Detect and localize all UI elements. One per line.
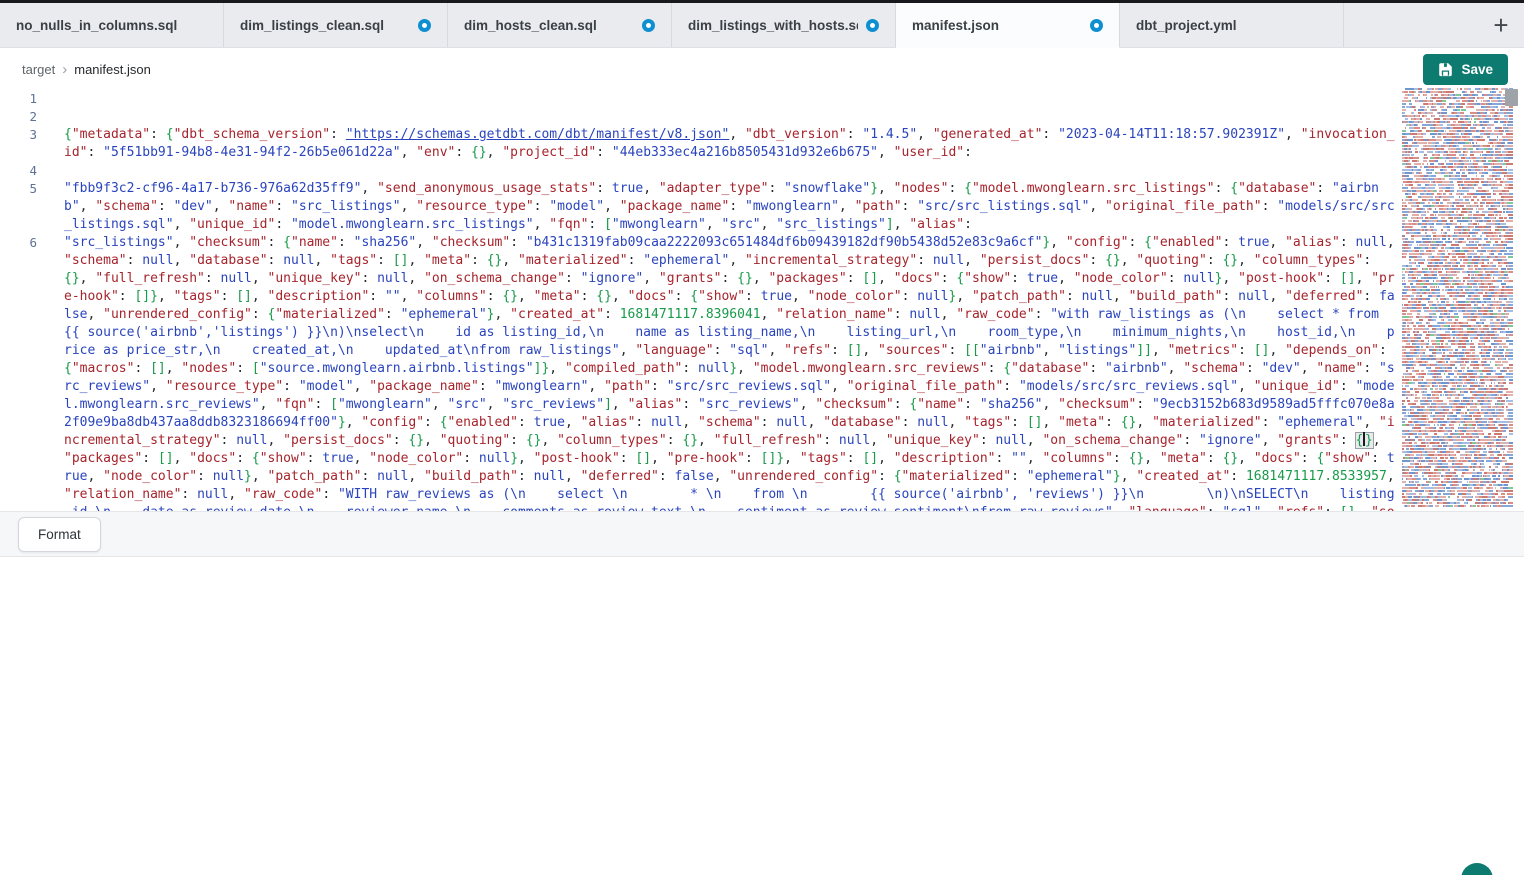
code-lines: 1 2 3 {"metadata": {"dbt_schema_version"…: [0, 90, 1400, 511]
format-button[interactable]: Format: [18, 517, 101, 552]
modified-dot-icon[interactable]: [418, 19, 431, 32]
chevron-right-icon: ›: [62, 61, 67, 78]
code-line: 4: [0, 162, 1400, 180]
editor-tab[interactable]: dim_listings_with_hosts.sql: [672, 3, 896, 47]
tab-label: dbt_project.yml: [1136, 18, 1327, 33]
format-button-label: Format: [38, 527, 81, 542]
line-number: 2: [0, 108, 46, 126]
modified-dot-icon[interactable]: [642, 19, 655, 32]
code-editor[interactable]: 1 2 3 {"metadata": {"dbt_schema_version"…: [0, 89, 1400, 511]
code-line: 2: [0, 108, 1400, 126]
results-panel: [0, 557, 1524, 875]
scrollbar-thumb[interactable]: [1505, 89, 1518, 106]
code-line: 3 {"metadata": {"dbt_schema_version": "h…: [0, 126, 1400, 162]
line-content: [46, 108, 1400, 126]
modified-dot-icon[interactable]: [866, 19, 879, 32]
code-line: 5 "fbb9f3c2-cf96-4a17-b736-976a62d35ff9"…: [0, 180, 1400, 234]
line-content: [46, 162, 1400, 180]
editor-tab[interactable]: no_nulls_in_columns.sql: [0, 3, 224, 47]
tab-label: no_nulls_in_columns.sql: [16, 18, 207, 33]
line-content: {"metadata": {"dbt_schema_version": "htt…: [46, 126, 1400, 162]
editor-tab[interactable]: dim_listings_clean.sql: [224, 3, 448, 47]
action-bar: Format: [0, 511, 1524, 557]
new-tab-button[interactable]: +: [1478, 3, 1524, 47]
tab-bar: no_nulls_in_columns.sql dim_listings_cle…: [0, 3, 1524, 48]
editor-tab[interactable]: dim_hosts_clean.sql: [448, 3, 672, 47]
line-number: 5: [0, 180, 46, 234]
save-button-label: Save: [1461, 62, 1493, 77]
line-content: "src_listings", "checksum": {"name": "sh…: [46, 234, 1400, 511]
plus-icon: +: [1493, 10, 1508, 41]
line-content: "fbb9f3c2-cf96-4a17-b736-976a62d35ff9", …: [46, 180, 1400, 234]
line-number: 4: [0, 162, 46, 180]
tab-label: dim_listings_with_hosts.sql: [688, 18, 858, 33]
modified-dot-icon[interactable]: [1090, 19, 1103, 32]
line-number: 6: [0, 234, 46, 511]
breadcrumb-folder: target: [22, 62, 55, 77]
minimap[interactable]: [1402, 88, 1513, 510]
line-content: [46, 90, 1400, 108]
line-number: 1: [0, 90, 46, 108]
breadcrumb-bar: target › manifest.json Save: [0, 48, 1524, 90]
save-button[interactable]: Save: [1423, 54, 1508, 85]
breadcrumb-file: manifest.json: [74, 62, 151, 77]
editor-tab[interactable]: dbt_project.yml: [1120, 3, 1344, 47]
tab-label: dim_listings_clean.sql: [240, 18, 410, 33]
tab-label: manifest.json: [912, 18, 1082, 33]
code-line: 1: [0, 90, 1400, 108]
editor-tab[interactable]: manifest.json: [896, 3, 1120, 48]
tab-label: dim_hosts_clean.sql: [464, 18, 634, 33]
floppy-disk-icon: [1438, 62, 1453, 77]
line-number: 3: [0, 126, 46, 162]
code-line: 6 "src_listings", "checksum": {"name": "…: [0, 234, 1400, 511]
